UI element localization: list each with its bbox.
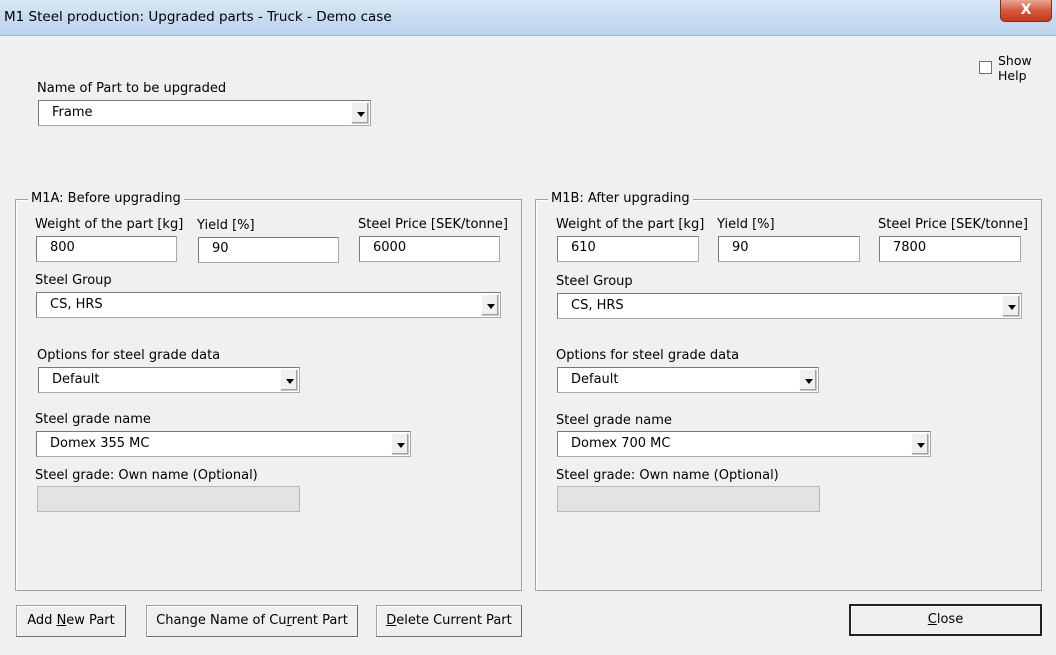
after-options-select[interactable]: Default — [557, 367, 819, 393]
part-name-label: Name of Part to be upgraded — [37, 81, 227, 96]
dialog-client-area: Show Help Name of Part to be upgraded Fr… — [0, 36, 1056, 655]
show-help-label-line1: Show — [998, 53, 1032, 68]
before-weight-input[interactable]: 800 — [36, 236, 177, 262]
after-options-label: Options for steel grade data — [556, 348, 740, 363]
part-name-value: Frame — [52, 105, 93, 120]
before-grade-select[interactable]: Domex 355 MC — [36, 431, 411, 457]
before-grade-value: Domex 355 MC — [50, 436, 150, 451]
add-new-part-button[interactable]: Add New Part — [16, 605, 126, 637]
change-name-label-pre: Change Name of Cu — [156, 613, 287, 628]
change-name-button[interactable]: Change Name of Current Part — [146, 605, 358, 637]
after-own-name-label: Steel grade: Own name (Optional) — [556, 468, 779, 483]
before-options-value: Default — [52, 372, 100, 387]
window-close-button[interactable]: X — [1000, 0, 1052, 22]
after-price-input[interactable]: 7800 — [879, 236, 1021, 262]
chevron-down-icon[interactable] — [351, 102, 369, 124]
chevron-down-icon[interactable] — [911, 433, 929, 455]
close-label-post: lose — [936, 612, 964, 627]
after-price-label: Steel Price [SEK/tonne] — [878, 217, 1028, 232]
after-grade-select[interactable]: Domex 700 MC — [557, 431, 931, 457]
chevron-down-icon[interactable] — [799, 369, 817, 391]
after-upgrading-legend: M1B: After upgrading — [548, 191, 693, 206]
change-name-label-post: rent Part — [291, 613, 348, 628]
window-title: M1 Steel production: Upgraded parts - Tr… — [4, 9, 392, 25]
after-yield-label: Yield [%] — [717, 217, 775, 232]
title-bar: M1 Steel production: Upgraded parts - Tr… — [0, 0, 1056, 36]
after-yield-input[interactable]: 90 — [718, 236, 860, 262]
before-weight-label: Weight of the part [kg] — [35, 217, 184, 232]
close-accel: C — [927, 612, 937, 627]
after-grade-value: Domex 700 MC — [571, 436, 671, 451]
before-steel-group-label: Steel Group — [35, 273, 112, 288]
before-yield-label: Yield [%] — [197, 218, 255, 233]
before-steel-group-select[interactable]: CS, HRS — [36, 292, 501, 318]
before-steel-group-value: CS, HRS — [50, 297, 103, 312]
after-options-value: Default — [571, 372, 619, 387]
before-own-name-input[interactable] — [37, 486, 300, 512]
show-help-label-line2: Help — [998, 68, 1027, 83]
after-steel-group-label: Steel Group — [556, 274, 633, 289]
delete-label-post: elete Current Part — [396, 613, 512, 628]
after-own-name-input[interactable] — [557, 486, 820, 512]
after-grade-label: Steel grade name — [556, 413, 672, 428]
close-button[interactable]: Close — [849, 604, 1042, 636]
chevron-down-icon[interactable] — [1002, 295, 1020, 317]
before-options-select[interactable]: Default — [38, 367, 300, 393]
delete-accel: D — [386, 613, 397, 628]
chevron-down-icon[interactable] — [391, 433, 409, 455]
before-own-name-label: Steel grade: Own name (Optional) — [35, 468, 258, 483]
add-new-part-label-post: ew Part — [66, 613, 115, 628]
part-name-select[interactable]: Frame — [38, 100, 371, 126]
before-grade-label: Steel grade name — [35, 412, 151, 427]
show-help-checkbox[interactable] — [979, 61, 992, 74]
before-yield-input[interactable]: 90 — [198, 237, 339, 263]
after-weight-label: Weight of the part [kg] — [556, 217, 705, 232]
before-price-label: Steel Price [SEK/tonne] — [358, 217, 508, 232]
add-new-part-accel: N — [56, 613, 67, 628]
before-price-input[interactable]: 6000 — [359, 236, 500, 262]
add-new-part-label-pre: Add — [27, 613, 57, 628]
after-weight-input[interactable]: 610 — [557, 236, 699, 262]
before-options-label: Options for steel grade data — [37, 348, 221, 363]
delete-current-part-button[interactable]: Delete Current Part — [376, 605, 522, 637]
chevron-down-icon[interactable] — [280, 369, 298, 391]
before-upgrading-legend: M1A: Before upgrading — [28, 191, 184, 206]
chevron-down-icon[interactable] — [481, 294, 499, 316]
after-steel-group-value: CS, HRS — [571, 298, 624, 313]
after-steel-group-select[interactable]: CS, HRS — [557, 293, 1022, 319]
